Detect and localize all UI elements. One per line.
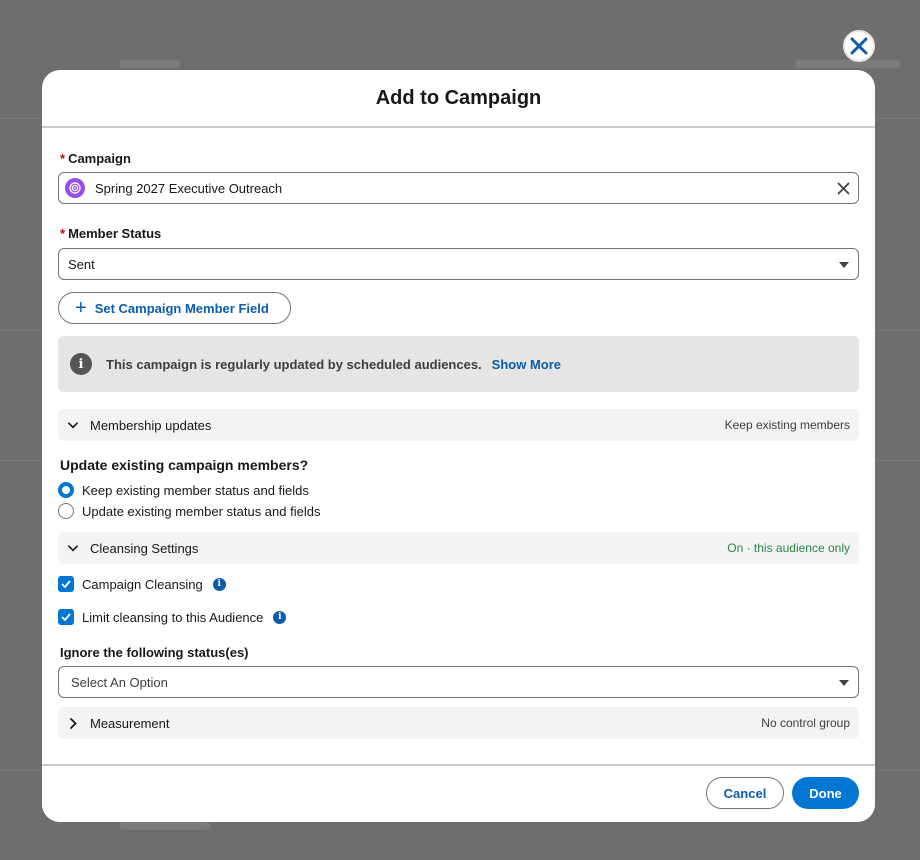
cleansing-settings-label: Cleansing Settings bbox=[90, 540, 199, 556]
campaign-target-icon bbox=[65, 178, 85, 198]
cleansing-settings-section[interactable]: Cleansing Settings On · this audience on… bbox=[58, 532, 859, 564]
clear-selection-icon[interactable] bbox=[837, 182, 850, 195]
checkbox-checked[interactable] bbox=[58, 609, 74, 625]
member-status-value: Sent bbox=[68, 256, 95, 272]
membership-updates-label: Membership updates bbox=[90, 417, 212, 433]
modal-title: Add to Campaign bbox=[375, 86, 542, 109]
member-status-label: * Member Status bbox=[60, 226, 161, 241]
info-icon: i bbox=[70, 353, 92, 375]
background-text bbox=[795, 60, 900, 68]
chevron-down-icon bbox=[68, 420, 78, 430]
close-icon bbox=[850, 37, 868, 55]
cleansing-settings-summary: On · this audience only bbox=[727, 541, 850, 555]
radio-label: Update existing member status and fields bbox=[82, 503, 321, 519]
cancel-button[interactable]: Cancel bbox=[706, 777, 784, 809]
set-campaign-member-field-button[interactable]: + Set Campaign Member Field bbox=[58, 292, 291, 324]
ignore-statuses-label: Ignore the following status(es) bbox=[60, 645, 249, 660]
membership-updates-section[interactable]: Membership updates Keep existing members bbox=[58, 409, 859, 441]
set-field-button-label: Set Campaign Member Field bbox=[94, 300, 269, 316]
measurement-summary: No control group bbox=[761, 716, 850, 730]
radio-update-existing[interactable]: Update existing member status and fields bbox=[58, 503, 320, 519]
required-mark: * bbox=[60, 226, 66, 241]
info-icon[interactable]: i bbox=[273, 610, 287, 624]
measurement-section[interactable]: Measurement No control group bbox=[58, 707, 859, 739]
radio-button-selected[interactable] bbox=[58, 482, 74, 498]
show-more-link[interactable]: Show More bbox=[492, 357, 561, 372]
background-text bbox=[120, 822, 210, 830]
modal-header: Add to Campaign bbox=[42, 70, 875, 128]
membership-updates-summary: Keep existing members bbox=[724, 418, 850, 432]
ignore-statuses-placeholder: Select An Option bbox=[71, 674, 168, 690]
done-button[interactable]: Done bbox=[792, 777, 859, 809]
modal-body: * Campaign Spring 2027 Executive Outreach… bbox=[42, 128, 875, 764]
info-banner: i This campaign is regularly updated by … bbox=[58, 336, 859, 392]
member-status-select[interactable]: Sent bbox=[58, 248, 859, 280]
measurement-label: Measurement bbox=[90, 715, 170, 731]
update-members-question: Update existing campaign members? bbox=[60, 457, 309, 473]
checkbox-label: Limit cleansing to this Audience bbox=[82, 609, 264, 625]
member-status-label-text: Member Status bbox=[68, 226, 162, 241]
dropdown-arrow-icon bbox=[839, 262, 849, 268]
campaign-cleansing-checkbox-row[interactable]: Campaign Cleansing i bbox=[58, 576, 226, 592]
info-icon[interactable]: i bbox=[212, 577, 226, 591]
info-banner-text: This campaign is regularly updated by sc… bbox=[106, 356, 482, 372]
dropdown-arrow-icon bbox=[839, 680, 849, 686]
checkbox-checked[interactable] bbox=[58, 576, 74, 592]
ignore-statuses-select[interactable]: Select An Option bbox=[58, 666, 859, 698]
campaign-value: Spring 2027 Executive Outreach bbox=[95, 180, 283, 196]
radio-button[interactable] bbox=[58, 503, 74, 519]
checkbox-label: Campaign Cleansing bbox=[82, 576, 203, 592]
modal-footer: Cancel Done bbox=[42, 764, 875, 822]
campaign-lookup-field[interactable]: Spring 2027 Executive Outreach bbox=[58, 172, 859, 204]
limit-cleansing-checkbox-row[interactable]: Limit cleansing to this Audience i bbox=[58, 609, 287, 625]
required-mark: * bbox=[60, 151, 66, 166]
chevron-right-icon bbox=[68, 717, 78, 729]
campaign-label-text: Campaign bbox=[68, 151, 131, 166]
radio-keep-existing[interactable]: Keep existing member status and fields bbox=[58, 482, 309, 498]
chevron-down-icon bbox=[68, 543, 78, 553]
close-modal-button[interactable] bbox=[843, 30, 875, 62]
radio-label: Keep existing member status and fields bbox=[82, 482, 309, 498]
add-to-campaign-modal: Add to Campaign * Campaign Spring 2027 Ex… bbox=[42, 70, 875, 822]
plus-icon: + bbox=[75, 297, 87, 319]
campaign-label: * Campaign bbox=[60, 151, 131, 166]
background-text bbox=[120, 60, 180, 68]
